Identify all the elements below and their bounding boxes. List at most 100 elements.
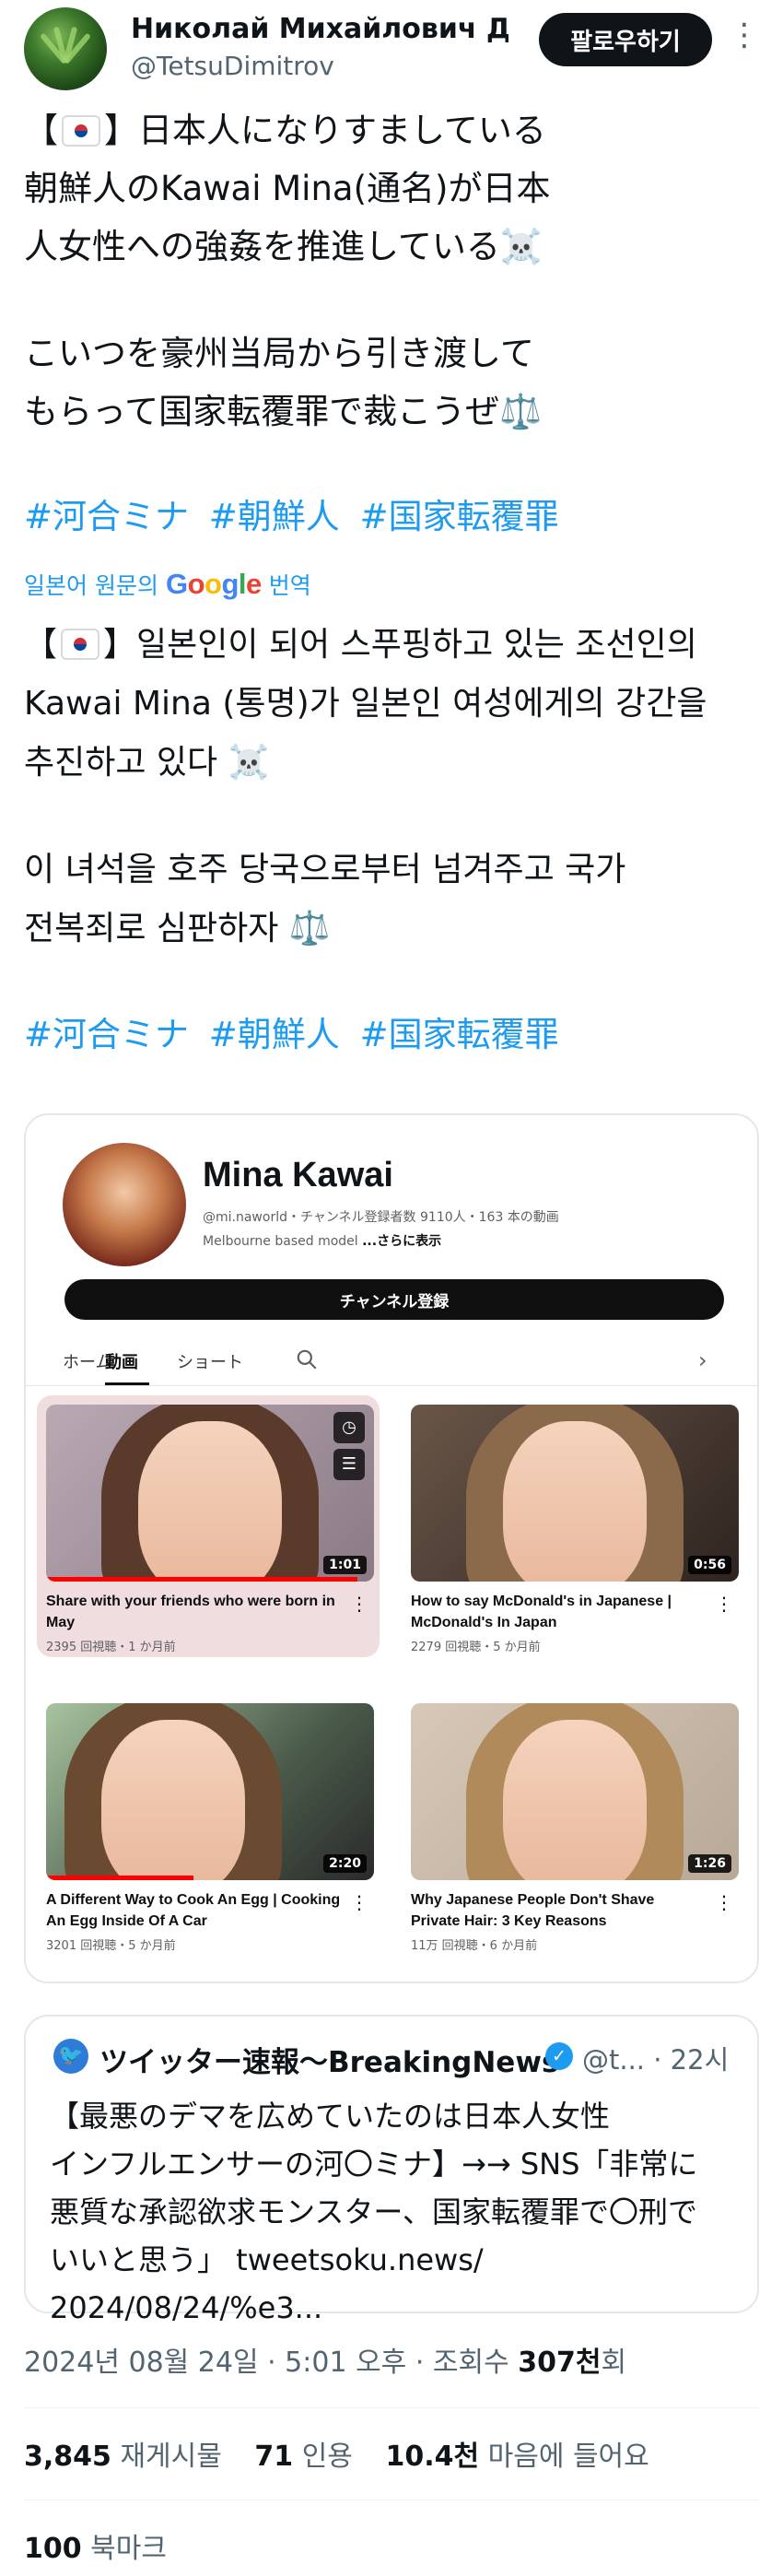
video-meta: 2279 回視聴・5 か月前 — [411, 1641, 541, 1654]
channel-tabs: ホーム 動画 ショート › — [26, 1335, 757, 1386]
translation-attribution[interactable]: 일본어 원문의 Google 번역 — [24, 568, 311, 601]
quotes-stat[interactable]: 71 인용 — [254, 2441, 353, 2473]
bookmark-count: 100 — [24, 2533, 82, 2565]
tweet-timestamp[interactable]: 2024년 08월 24일 · 5:01 오후 · 조회수 307천회 — [24, 2339, 626, 2380]
text-line: 2024/08/24/%e3... — [50, 2290, 323, 2325]
follow-button[interactable]: 팔로우하기 — [539, 13, 712, 66]
tweet-text-ko-2: 이 녀석을 호주 당국으로부터 넘겨주고 국가 전복죄로 심판하자 ⚖️ — [24, 841, 625, 959]
video-title: Share with your friends who were born in… — [46, 1594, 335, 1630]
video-title: A Different Way to Cook An Egg | Cooking… — [46, 1892, 341, 1929]
text-line: 人女性への強姦を推進している☠️ — [24, 227, 543, 266]
bookmarks-stat[interactable]: 100 북마크 — [24, 2525, 167, 2566]
more-icon: ⋮ — [715, 1593, 733, 1615]
google-logo: Google — [165, 568, 262, 600]
more-options-icon[interactable]: ⋮ — [726, 18, 763, 55]
quote-avatar-icon: 🐦 — [53, 2039, 88, 2074]
text-line: いいと思う」 tweetsoku.news/ — [50, 2242, 484, 2277]
more-icon: ⋮ — [350, 1891, 368, 1913]
text-line: 【 — [24, 626, 58, 664]
search-icon — [297, 1349, 317, 1370]
author-handle[interactable]: @TetsuDimitrov — [131, 51, 334, 81]
text-line: 【最悪のデマを広めていたのは日本人女性 — [50, 2099, 611, 2134]
hashtags-ko: #河合ミナ #朝鮮人 #国家転覆罪 — [24, 1006, 568, 1056]
channel-meta: @mi.naworld・チャンネル登録者数 9110人・163 本の動画 — [203, 1210, 559, 1225]
tab-videos: 動画 — [105, 1353, 138, 1372]
like-label: 마음에 들어요 — [487, 2441, 649, 2473]
hashtags-jp: #河合ミナ #朝鮮人 #国家転覆罪 — [24, 488, 568, 538]
video-title: How to say McDonald's in Japanese | McDo… — [411, 1594, 672, 1630]
retweet-count: 3,845 — [24, 2441, 111, 2473]
video-duration: 1:26 — [688, 1854, 731, 1873]
video-duration: 1:01 — [323, 1556, 367, 1574]
watch-progress — [46, 1876, 194, 1880]
tweet-header: Николай Михайлович Ди... @TetsuDimitrov … — [0, 0, 783, 101]
text-line: 【 — [24, 111, 58, 150]
text-line: 朝鮮人のKawai Mina(通名)が日本 — [24, 169, 551, 208]
tweet-text-jp-1: 【 】日本人になりすましている 朝鮮人のKawai Mina(通名)が日本 人女性… — [24, 101, 550, 276]
text-line: インフルエンサーの河〇ミナ】→→ SNS「非常に — [50, 2147, 698, 2182]
text-line: 悪質な承認欲求モンスター、国家転覆罪で〇刑で — [50, 2194, 698, 2229]
korea-flag-icon — [62, 115, 100, 147]
tab-shorts: ショート — [177, 1353, 243, 1372]
translate-suffix: 번역 — [268, 572, 311, 599]
retweet-label: 재게시물 — [120, 2441, 222, 2473]
quote-count: 71 — [254, 2441, 294, 2473]
text-line: こいつを豪州当局から引き渡して — [24, 334, 534, 373]
attached-image[interactable]: Mina Kawai @mi.naworld・チャンネル登録者数 9110人・1… — [24, 1113, 759, 1983]
chevron-right-icon: › — [698, 1347, 707, 1373]
video-card: ◷ ☰ 1:01 Share with your friends who wer… — [46, 1405, 374, 1654]
video-thumbnail: 1:26 — [411, 1703, 739, 1880]
video-title: Why Japanese People Don't Shave Private … — [411, 1892, 655, 1929]
video-thumbnail: 2:20 — [46, 1703, 374, 1880]
korea-flag-icon — [61, 629, 100, 660]
video-meta: 3201 回視聴・5 か月前 — [46, 1939, 176, 1953]
author-avatar[interactable] — [24, 7, 107, 90]
translate-prefix: 일본어 원문의 — [24, 572, 158, 599]
text-line: 】日本人になりすましている — [104, 111, 546, 150]
more-icon: ⋮ — [715, 1891, 733, 1913]
hashtag-link[interactable]: #国家転覆罪 — [360, 497, 559, 536]
view-count: 307천 — [518, 2347, 602, 2379]
text-line: 】일본인이 되어 스푸핑하고 있는 조선인의 — [103, 626, 697, 664]
video-duration: 2:20 — [323, 1854, 367, 1873]
video-thumbnail: 0:56 — [411, 1405, 739, 1582]
hashtag-link[interactable]: #朝鮮人 — [209, 1015, 340, 1054]
like-count: 10.4천 — [385, 2441, 480, 2473]
hashtag-link[interactable]: #朝鮮人 — [209, 497, 340, 536]
channel-avatar — [63, 1143, 186, 1266]
tweet-text-jp-2: こいつを豪州当局から引き渡して もらって国家転覆罪で裁こうぜ⚖️ — [24, 324, 542, 441]
tweet-text-ko-1: 【 】일본인이 되어 스푸핑하고 있는 조선인의 Kawai Mina (통명)가… — [24, 616, 707, 793]
video-duration: 0:56 — [688, 1556, 731, 1574]
retweets-stat[interactable]: 3,845 재게시물 — [24, 2441, 222, 2473]
view-suffix: 회 — [601, 2347, 627, 2379]
engagement-stats: 3,845 재게시물 71 인용 10.4천 마음에 들어요 — [24, 2433, 673, 2474]
watch-progress — [46, 1577, 358, 1582]
text-line: もらって国家転覆罪で裁こうぜ⚖️ — [24, 392, 543, 431]
channel-name: Mina Kawai — [203, 1156, 393, 1194]
text-line: 추진하고 있다 ☠️ — [24, 744, 270, 782]
video-card: 2:20 A Different Way to Cook An Egg | Co… — [46, 1703, 374, 1953]
hashtag-link[interactable]: #河合ミナ — [24, 1015, 189, 1054]
video-thumbnail: ◷ ☰ 1:01 — [46, 1405, 374, 1582]
text-line: Kawai Mina (통명)가 일본인 여성에게의 강간을 — [24, 685, 707, 723]
quote-author-name: ツイッター速報〜BreakingNews — [99, 2046, 559, 2079]
quoted-tweet[interactable]: 🐦 ツイッター速報〜BreakingNews ✓ @t... · 22시 【最悪… — [24, 2015, 759, 2325]
subscribe-button: チャンネル登録 — [64, 1279, 724, 1320]
video-card: 1:26 Why Japanese People Don't Shave Pri… — [411, 1703, 739, 1953]
divider — [24, 2407, 759, 2408]
video-card: 0:56 How to say McDonald's in Japanese |… — [411, 1405, 739, 1654]
bookmark-label: 북마크 — [90, 2533, 167, 2565]
channel-more-link: ...さらに表示 — [362, 1234, 442, 1249]
text-line: 전복죄로 심판하자 ⚖️ — [24, 910, 331, 947]
more-icon: ⋮ — [350, 1593, 368, 1615]
channel-description: Melbourne based model ...さらに表示 — [203, 1231, 441, 1250]
likes-stat[interactable]: 10.4천 마음에 들어요 — [385, 2441, 649, 2473]
channel-desc-text: Melbourne based model — [203, 1234, 358, 1249]
author-name[interactable]: Николай Михайлович Ди... — [131, 13, 508, 45]
text-line: 이 녀석을 호주 당국으로부터 넘겨주고 국가 — [24, 851, 626, 888]
quote-text: 【最悪のデマを広めていたのは日本人女性 インフルエンサーの河〇ミナ】→→ SNS… — [50, 2092, 741, 2332]
hashtag-link[interactable]: #国家転覆罪 — [360, 1015, 559, 1054]
quote-label: 인용 — [301, 2441, 353, 2473]
queue-icon: ☰ — [333, 1449, 365, 1480]
hashtag-link[interactable]: #河合ミナ — [24, 497, 189, 536]
